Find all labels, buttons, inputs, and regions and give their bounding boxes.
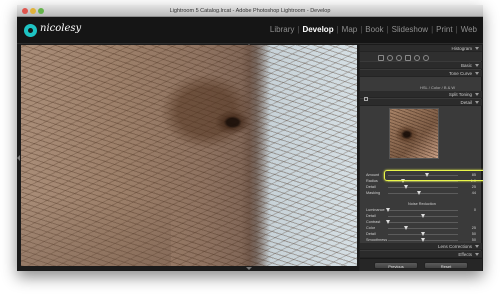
slider-track[interactable] [388,227,458,229]
adjustment-brush-tool-icon[interactable] [423,54,429,61]
collapse-triangle-icon [475,64,479,67]
module-picker: Library | Develop | Map | Book | Slideshow | … [268,25,479,34]
red-eye-tool-icon[interactable] [396,54,402,61]
slider-track[interactable] [388,186,458,188]
panel-title: Tone Curve [448,71,472,76]
slider-thumb[interactable] [403,184,408,189]
slider-thumb[interactable] [386,219,390,224]
slider-track[interactable] [388,209,458,211]
slider-track[interactable] [388,174,458,176]
develop-right-panel: Histogram Basic Tone Curve HSL / Color /… [359,45,482,271]
module-map[interactable]: Map [340,25,360,34]
slider-thumb[interactable] [401,178,406,183]
noise_reduction-slider-row[interactable]: Smoothness 50 [366,237,476,243]
module-print[interactable]: Print [434,25,454,34]
slider-value[interactable]: 44 [472,190,476,196]
radial-filter-tool-icon[interactable] [414,54,420,61]
module-slideshow[interactable]: Slideshow [390,25,430,34]
panel-title: Detail [460,100,472,105]
title-bar: Lightroom 5 Catalog.lrcat - Adobe Photos… [17,5,483,17]
panel-bottom-bar: Previous Reset [360,258,482,271]
window-title: Lightroom 5 Catalog.lrcat - Adobe Photos… [169,8,331,14]
slider-thumb[interactable] [424,172,429,177]
slider-thumb[interactable] [421,237,425,242]
detail-zoom-preview[interactable] [389,108,439,159]
panel-title: Split Toning [448,92,472,97]
slider-label: Masking [366,191,381,195]
module-book[interactable]: Book [363,25,385,34]
bottom-panel-toggle-icon[interactable] [246,267,252,270]
slider-thumb[interactable] [416,190,421,195]
logo-icon [24,24,37,37]
lightroom-window: Lightroom 5 Catalog.lrcat - Adobe Photos… [17,5,483,271]
slider-thumb[interactable] [403,225,408,230]
panel-header-split-toning[interactable]: Split Toning [360,91,482,98]
panel-header-histogram[interactable]: Histogram [360,45,482,52]
detail-targeting-icon[interactable] [364,97,368,101]
slider-track[interactable] [388,192,458,194]
collapse-triangle-icon [475,47,479,50]
graduated-filter-tool-icon[interactable] [405,54,411,61]
identity-plate-logo: nicolesy [40,23,82,34]
panel-title: Effects [458,252,472,257]
slider-thumb[interactable] [421,213,425,218]
panel-header-tone-curve[interactable]: Tone Curve [360,70,482,77]
hsl-color-bw-tabs[interactable]: HSL / Color / B & W [360,84,482,91]
collapse-triangle-icon [475,72,479,75]
panel-title: Basic [460,63,472,68]
panel-header-detail[interactable]: Detail [360,99,482,106]
collapse-triangle-icon [475,101,479,104]
reset-button[interactable]: Reset [424,262,468,269]
panel-header-basic[interactable]: Basic [360,62,482,69]
panel-title: Lens Corrections [437,244,472,249]
slider-value[interactable]: 50 [472,237,476,243]
tool-strip [360,54,482,61]
photo-shading [21,195,171,266]
sharpening-slider-row[interactable]: Masking 44 [366,190,476,196]
slider-thumb[interactable] [386,207,390,212]
module-web[interactable]: Web [459,25,479,34]
panel-title: Histogram [451,46,472,51]
module-develop[interactable]: Develop [300,25,335,34]
photo-preview[interactable] [21,45,357,266]
left-panel-toggle-icon[interactable] [17,155,20,161]
collapse-triangle-icon [475,93,479,96]
panel-header-effects[interactable]: Effects [360,251,482,258]
slider-track[interactable] [388,180,458,182]
panel-header-lens-corrections[interactable]: Lens Corrections [360,243,482,250]
crop-tool-icon[interactable] [378,54,384,61]
collapse-triangle-icon [475,253,479,256]
slider-label: Smoothness [366,238,388,242]
module-library[interactable]: Library [268,25,296,34]
identity-plate-bar: nicolesy Library | Develop | Map | Book | Sl… [17,17,483,44]
slider-thumb[interactable] [421,231,425,236]
slider-track[interactable] [388,221,458,223]
previous-button[interactable]: Previous [374,262,418,269]
photo-shading [241,45,271,266]
collapse-triangle-icon [475,245,479,248]
spot-removal-tool-icon[interactable] [387,54,393,61]
